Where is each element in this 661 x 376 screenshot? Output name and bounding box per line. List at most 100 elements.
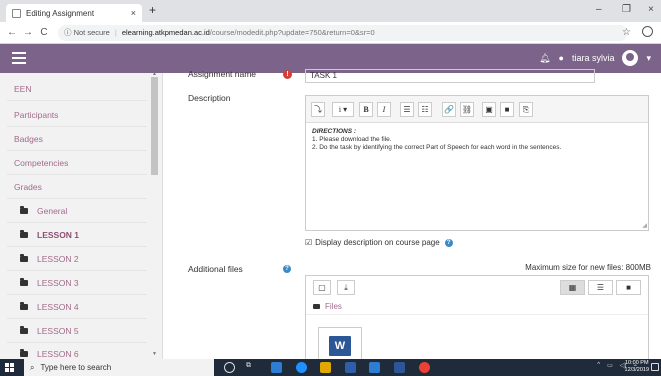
os-taskbar: ⌕ Type here to search ⧉ ^ ▭ ◁) ⌁ 10:00 P… [0, 359, 661, 376]
browser-tab[interactable]: Editing Assignment × [6, 4, 142, 22]
folder-icon [313, 304, 320, 309]
italic-button[interactable]: I [377, 102, 391, 117]
word-taskbar-icon[interactable] [394, 362, 405, 373]
sidebar-item-grades[interactable]: Grades [7, 176, 147, 199]
tree-view-icon[interactable]: ■ [616, 280, 641, 295]
unordered-list-button[interactable]: ☰ [400, 102, 414, 117]
clock-time: 10:00 PM [624, 360, 649, 366]
sidebar-item-een[interactable]: EEN [7, 78, 147, 101]
sidebar-item-label: General [37, 206, 68, 216]
hamburger-menu-icon[interactable] [12, 52, 26, 64]
forward-button[interactable]: → [20, 27, 36, 38]
mail-icon[interactable] [369, 362, 380, 373]
restore-button[interactable]: ❐ [622, 4, 631, 15]
sidebar-scroll-thumb[interactable] [151, 77, 158, 175]
sidebar-item-participants[interactable]: Participants [7, 104, 147, 127]
files-breadcrumb[interactable]: Files [313, 302, 342, 311]
profile-icon[interactable] [642, 26, 653, 37]
link-icon[interactable]: 🔗 [442, 102, 456, 117]
task-view-icon[interactable]: ⧉ [246, 362, 257, 373]
sidebar-item-lesson-3[interactable]: LESSON 3 [7, 272, 147, 295]
security-label[interactable]: ⓘ Not secure [64, 27, 110, 38]
sidebar-item-badges[interactable]: Badges [7, 128, 147, 151]
folder-icon [20, 302, 28, 310]
cortana-icon[interactable] [224, 362, 235, 373]
sidebar-item-label: Grades [14, 182, 42, 192]
edge-icon[interactable] [296, 362, 307, 373]
description-editor[interactable]: ⤵ i ▾ B I ☰ ☷ 🔗 ⛓ ▣ ■ ⎘ DIRECTIONS : 1. … [305, 95, 649, 231]
editor-toolbar: ⤵ i ▾ B I ☰ ☷ 🔗 ⛓ ▣ ■ ⎘ [306, 96, 648, 123]
sidebar-item-lesson-5[interactable]: LESSON 5 [7, 320, 147, 343]
url-domain: elearning.atkpmedan.ac.id [121, 28, 210, 37]
scroll-down-icon[interactable]: ▼ [151, 351, 158, 357]
bookmark-star-icon[interactable]: ☆ [622, 27, 631, 38]
navbar-user-area: 🔔︎ ● tiara sylvia ▾ [539, 50, 651, 66]
taskbar-search-placeholder: Type here to search [40, 363, 112, 372]
display-description-checkbox[interactable]: ☑ [305, 238, 312, 247]
sidebar-item-label: LESSON 6 [37, 349, 79, 359]
minimize-button[interactable]: – [596, 4, 602, 15]
system-clock[interactable]: 10:00 PM 12/3/2019 [625, 360, 649, 374]
download-all-icon[interactable]: ⤓ [337, 280, 355, 295]
file-explorer-icon[interactable] [320, 362, 331, 373]
sidebar-item-lesson-2[interactable]: LESSON 2 [7, 248, 147, 271]
word-document-icon[interactable]: W [318, 327, 362, 363]
course-sidebar: EEN Participants Badges Competencies Gra… [0, 71, 163, 366]
description-label: Description [188, 93, 231, 103]
ordered-list-button[interactable]: ☷ [418, 102, 432, 117]
chrome-icon[interactable] [419, 362, 430, 373]
list-view-icon[interactable]: ☰ [588, 280, 613, 295]
back-button[interactable]: ← [4, 27, 20, 38]
folder-icon [20, 206, 28, 214]
display-description-checkbox-row[interactable]: ☑ Display description on course page ? [305, 238, 453, 247]
battery-icon[interactable]: ▭ [607, 362, 613, 369]
notifications-icon[interactable] [651, 363, 659, 371]
url-input[interactable]: ⓘ Not secure | elearning.atkpmedan.ac.id… [58, 24, 628, 41]
messages-icon[interactable]: ● [559, 53, 564, 63]
reload-button[interactable]: C [36, 27, 52, 38]
taskbar-search-input[interactable]: ⌕ Type here to search [24, 359, 214, 376]
sidebar-item-lesson-1[interactable]: LESSON 1 [7, 224, 147, 247]
notification-bell-icon[interactable]: 🔔︎ [539, 53, 550, 64]
avatar[interactable] [622, 50, 639, 66]
tab-close-icon[interactable]: × [131, 8, 136, 18]
url-separator: | [114, 28, 117, 37]
windows-start-icon[interactable] [5, 363, 14, 372]
tray-chevron-icon[interactable]: ^ [597, 362, 600, 369]
add-file-icon[interactable]: ▢ [313, 280, 331, 295]
window-close-button[interactable]: × [648, 4, 654, 15]
files-folder-label: Files [325, 302, 342, 311]
new-tab-button[interactable]: + [149, 3, 156, 17]
insert-media-icon[interactable]: ■ [500, 102, 514, 117]
editor-resize-handle[interactable]: ◢ [642, 222, 647, 229]
sidebar-item-competencies[interactable]: Competencies [7, 152, 147, 175]
browser-tab-bar: Editing Assignment × + – ❐ × [0, 0, 661, 22]
user-name[interactable]: tiara sylvia [572, 53, 615, 63]
app-icon-1[interactable] [271, 362, 282, 373]
toolbar-toggle-button[interactable]: ⤵ [311, 102, 325, 117]
word-letter: W [329, 336, 351, 356]
help-icon[interactable]: ? [283, 265, 291, 273]
bold-button[interactable]: B [359, 102, 373, 117]
edit-assignment-form: Assignment name ! TASK 1 Description ⤵ i… [163, 69, 661, 363]
grid-view-icon[interactable]: ▦ [560, 280, 585, 295]
max-file-size-text: Maximum size for new files: 800MB [525, 263, 651, 272]
directions-line-1: 1. Please download the file. [312, 136, 392, 143]
editor-content-area[interactable]: DIRECTIONS : 1. Please download the file… [307, 124, 648, 230]
sidebar-item-general[interactable]: General [7, 200, 147, 223]
tab-title: Editing Assignment [26, 8, 95, 18]
manage-files-icon[interactable]: ⎘ [519, 102, 533, 117]
insert-image-icon[interactable]: ▣ [482, 102, 496, 117]
file-drop-area[interactable]: W [306, 314, 648, 363]
sidebar-item-lesson-4[interactable]: LESSON 4 [7, 296, 147, 319]
scroll-up-icon[interactable]: ▲ [151, 71, 158, 77]
store-icon[interactable] [345, 362, 356, 373]
paragraph-styles-button[interactable]: i ▾ [332, 102, 354, 117]
file-manager-toolbar: ▢ ⤓ ▦ ☰ ■ [306, 276, 648, 300]
assignment-name-input[interactable]: TASK 1 [305, 69, 595, 83]
address-bar: ← → C ⓘ Not secure | elearning.atkpmedan… [0, 22, 661, 44]
unlink-icon[interactable]: ⛓ [460, 102, 474, 117]
user-menu-caret-icon[interactable]: ▾ [646, 53, 651, 64]
url-path: /course/modedit.php?update=750&return=0&… [209, 28, 375, 37]
help-icon[interactable]: ? [444, 238, 453, 247]
